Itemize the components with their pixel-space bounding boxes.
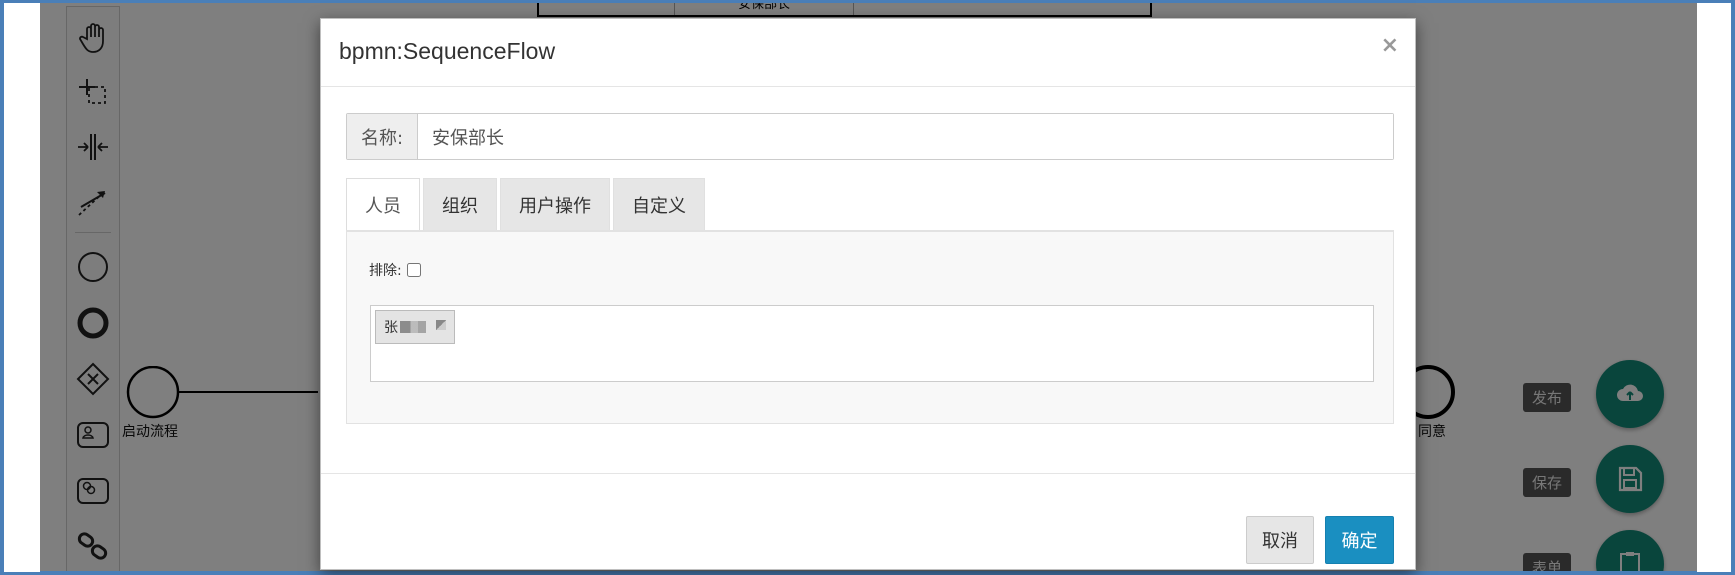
name-field[interactable] xyxy=(418,114,1393,159)
sequence-flow-dialog: bpmn:SequenceFlow × 名称: 人员 组织 用户操作 自定义 排… xyxy=(320,18,1416,570)
left-white-strip xyxy=(4,3,40,572)
remove-user-icon[interactable] xyxy=(436,320,446,330)
personnel-tab-pane: 排除: 张 xyxy=(346,230,1394,424)
tab-user-operation[interactable]: 用户操作 xyxy=(500,178,610,230)
modal-header: bpmn:SequenceFlow × xyxy=(321,19,1415,87)
close-icon[interactable]: × xyxy=(1381,33,1399,58)
tab-organization[interactable]: 组织 xyxy=(423,178,497,230)
confirm-button[interactable]: 确定 xyxy=(1325,516,1394,564)
name-input-group: 名称: xyxy=(346,113,1394,160)
user-select-box[interactable]: 张 xyxy=(370,305,1374,382)
name-label: 名称: xyxy=(347,114,418,159)
exclude-label: 排除: xyxy=(369,263,402,279)
exclude-checkbox[interactable] xyxy=(406,263,421,277)
modal-footer: 取消 确定 xyxy=(321,473,1415,571)
selected-user-tag: 张 xyxy=(375,310,455,344)
selected-user-name: 张 xyxy=(384,320,398,336)
tab-personnel[interactable]: 人员 xyxy=(346,178,420,230)
tab-bar: 人员 组织 用户操作 自定义 xyxy=(346,178,708,230)
right-white-strip xyxy=(1697,3,1731,572)
exclude-row: 排除: xyxy=(369,260,421,280)
tab-custom[interactable]: 自定义 xyxy=(613,178,705,230)
cancel-button[interactable]: 取消 xyxy=(1246,516,1314,564)
redacted-name-blur xyxy=(400,321,426,333)
modal-title: bpmn:SequenceFlow xyxy=(339,38,556,64)
